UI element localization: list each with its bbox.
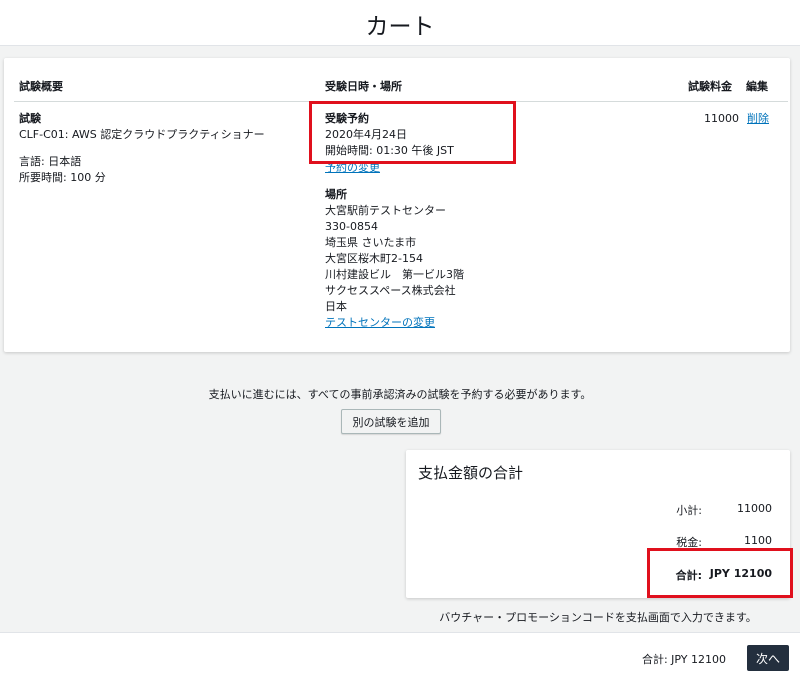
- location-line: 330-0854: [325, 220, 378, 233]
- exam-name: CLF-C01: AWS 認定クラウドプラクティショナー: [19, 128, 265, 141]
- exam-language: 言語: 日本語: [19, 155, 82, 168]
- delete-link[interactable]: 削除: [747, 111, 769, 127]
- tax-value: 1100: [744, 534, 772, 547]
- total-highlight-box: [647, 548, 793, 598]
- footer-total: 合計: JPY 12100: [641, 653, 726, 666]
- payment-notice: 支払いに進むには、すべての事前承認済みの試験を予約する必要があります。: [208, 388, 592, 401]
- next-button[interactable]: 次へ: [747, 645, 789, 671]
- checkout-footer: 合計: JPY 12100 次へ: [0, 632, 800, 678]
- subtotal-value: 11000: [737, 502, 772, 515]
- page-header: カート: [0, 0, 800, 46]
- column-header-fee: 試験料金: [688, 80, 732, 93]
- cart-page: カート 試験概要 受験日時・場所 試験料金 編集 試験 CLF-C01: AWS…: [0, 0, 800, 678]
- change-test-center-link[interactable]: テストセンターの変更: [325, 315, 435, 331]
- location-line: 大宮区桜木町2-154: [325, 252, 423, 265]
- add-exam-button[interactable]: 別の試験を追加: [341, 409, 441, 434]
- exam-label: 試験: [19, 112, 41, 125]
- location-label: 場所: [325, 188, 347, 201]
- location-line: サクセススペース株式会社: [325, 284, 456, 297]
- location-line: 川村建設ビル 第一ビル3階: [325, 268, 464, 281]
- column-header-overview: 試験概要: [19, 80, 63, 93]
- page-title: カート: [365, 14, 435, 40]
- exam-duration: 所要時間: 100 分: [19, 171, 106, 184]
- summary-title: 支払金額の合計: [418, 464, 524, 482]
- location-line: 埼玉県 さいたま市: [325, 236, 417, 249]
- booking-highlight-box: [309, 101, 516, 164]
- payment-summary-card: 支払金額の合計 小計: 11000 税金: 1100 合計: JPY 12100: [406, 450, 793, 598]
- voucher-note: バウチャー・プロモーションコードを支払画面で入力できます。: [439, 611, 757, 624]
- cart-table-card: 試験概要 受験日時・場所 試験料金 編集 試験 CLF-C01: AWS 認定ク…: [4, 58, 790, 352]
- location-line: 日本: [325, 300, 347, 313]
- column-header-edit: 編集: [746, 80, 768, 93]
- location-line: 大宮駅前テストセンター: [325, 204, 446, 217]
- exam-fee: 11000: [704, 112, 739, 125]
- column-header-datetime-location: 受験日時・場所: [325, 80, 402, 93]
- subtotal-label: 小計:: [676, 504, 702, 517]
